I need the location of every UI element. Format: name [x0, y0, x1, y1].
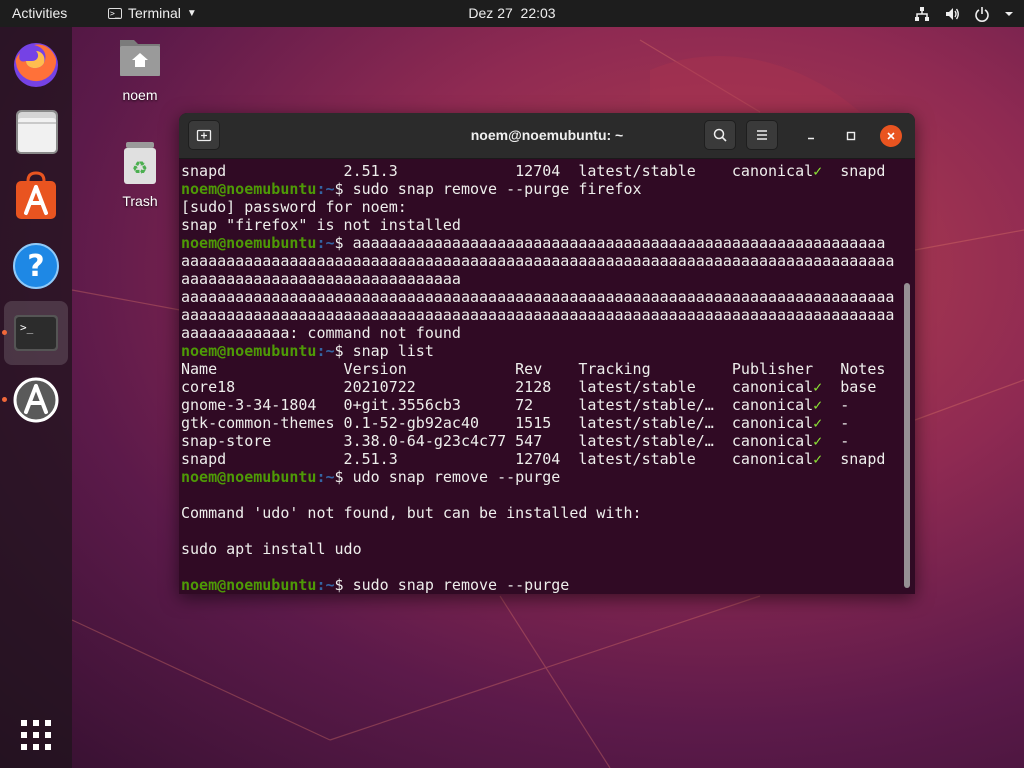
- output-line: Command 'udo' not found, but can be inst…: [181, 504, 642, 522]
- terminal-icon: >_: [14, 315, 58, 351]
- prompt-line: noem@noemubuntu:~$ aaaaaaaaaaaaaaaaaaaaa…: [181, 234, 885, 252]
- output-line: gtk-common-themes 0.1-52-gb92ac40 1515 l…: [181, 414, 850, 432]
- verified-check-icon: ✓: [813, 396, 823, 414]
- prompt-command: $ snap list: [334, 342, 434, 360]
- hamburger-menu-button[interactable]: [746, 120, 778, 150]
- prompt-path: :~: [316, 576, 335, 594]
- network-icon: [915, 6, 929, 21]
- search-icon: [713, 128, 727, 142]
- prompt-user: noem@noemubuntu: [181, 180, 317, 198]
- output-line: aaaaaaaaaaaaaaaaaaaaaaaaaaaaaaaaaaaaaaaa…: [181, 306, 895, 324]
- trash-icon: ♻: [124, 142, 156, 184]
- verified-check-icon: ✓: [813, 432, 823, 450]
- close-button[interactable]: [880, 125, 902, 147]
- menu-arrow-icon: [1005, 11, 1013, 16]
- output-line: snap-store 3.38.0-64-g23c4c77 547 latest…: [181, 432, 850, 450]
- prompt-user: noem@noemubuntu: [181, 468, 317, 486]
- help-icon: ?: [13, 243, 59, 289]
- svg-text:?: ?: [27, 249, 44, 284]
- prompt-line: noem@noemubuntu:~$ sudo snap remove --pu…: [181, 180, 642, 198]
- new-tab-icon: [196, 129, 212, 142]
- firefox-icon: [14, 43, 58, 87]
- output-line: aaaaaaaaaaaaaaaaaaaaaaaaaaaaaaaaaaaaaaaa…: [181, 288, 895, 306]
- output-line: Name Version Rev Tracking Publisher Note…: [181, 360, 886, 378]
- dock-item-help[interactable]: ?: [4, 234, 68, 298]
- output-line: aaaaaaaaaaaaaaaaaaaaaaaaaaaaaaa: [181, 270, 461, 288]
- desktop-home-folder[interactable]: noem: [108, 34, 172, 103]
- hamburger-menu-icon: [757, 130, 767, 140]
- system-tray[interactable]: [914, 0, 1014, 27]
- show-applications-icon: [21, 720, 51, 750]
- verified-check-icon: ✓: [813, 450, 823, 468]
- maximize-icon: [846, 131, 856, 141]
- search-button[interactable]: [704, 120, 736, 150]
- running-indicator: [2, 397, 7, 402]
- prompt-command: $ aaaaaaaaaaaaaaaaaaaaaaaaaaaaaaaaaaaaaa…: [334, 234, 886, 252]
- activities-button[interactable]: Activities: [12, 0, 67, 27]
- dock-item-firefox[interactable]: [4, 33, 68, 97]
- clock-button[interactable]: Dez 27 22:03: [468, 5, 555, 21]
- minimize-icon: [808, 137, 814, 140]
- prompt-line: noem@noemubuntu:~$ sudo snap remove --pu…: [181, 576, 569, 594]
- prompt-path: :~: [316, 342, 335, 360]
- desktop-trash[interactable]: ♻ Trash: [108, 140, 172, 209]
- dock: ? >_: [0, 27, 72, 768]
- prompt-command: $ sudo snap remove --purge: [334, 576, 570, 594]
- output-line: snap "firefox" is not installed: [181, 216, 461, 234]
- terminal-app-icon: >_: [108, 8, 122, 19]
- software-updater-icon: [13, 377, 59, 423]
- terminal-window[interactable]: noem@noemubuntu: ~ snapd 2.51.3 12704 la…: [179, 113, 915, 594]
- prompt-line: noem@noemubuntu:~$ udo snap remove --pur…: [181, 468, 560, 486]
- minimize-button[interactable]: [800, 125, 822, 147]
- home-folder-icon: [120, 40, 160, 76]
- prompt-path: :~: [316, 180, 335, 198]
- app-menu-button[interactable]: >_ Terminal ▼: [108, 0, 197, 27]
- output-line: snapd 2.51.3 12704 latest/stable canonic…: [181, 162, 886, 180]
- files-icon: [16, 110, 58, 154]
- dock-item-files[interactable]: [4, 100, 68, 164]
- output-line: [sudo] password for noem:: [181, 198, 407, 216]
- top-bar: Activities >_ Terminal ▼ Dez 27 22:03: [0, 0, 1024, 27]
- ubuntu-software-icon: [16, 171, 56, 219]
- verified-check-icon: ✓: [813, 378, 823, 396]
- svg-text:♻: ♻: [132, 158, 148, 179]
- new-tab-button[interactable]: [188, 120, 220, 150]
- terminal-titlebar[interactable]: noem@noemubuntu: ~: [179, 113, 915, 159]
- verified-check-icon: ✓: [813, 414, 823, 432]
- power-icon: [975, 6, 989, 22]
- close-icon: [887, 132, 895, 140]
- prompt-user: noem@noemubuntu: [181, 576, 317, 594]
- dock-item-software-updater[interactable]: [2, 368, 68, 432]
- trash-label: Trash: [122, 193, 158, 209]
- running-indicator: [2, 330, 7, 335]
- prompt-user: noem@noemubuntu: [181, 234, 317, 252]
- terminal-output[interactable]: snapd 2.51.3 12704 latest/stable canonic…: [179, 158, 915, 594]
- terminal-scrollbar[interactable]: [904, 283, 910, 588]
- dock-item-ubuntu-software[interactable]: [4, 167, 68, 231]
- prompt-path: :~: [316, 468, 335, 486]
- chevron-down-icon: ▼: [186, 8, 197, 19]
- home-folder-label: noem: [122, 87, 158, 103]
- prompt-user: noem@noemubuntu: [181, 342, 317, 360]
- output-line: gnome-3-34-1804 0+git.3556cb3 72 latest/…: [181, 396, 850, 414]
- prompt-path: :~: [316, 234, 335, 252]
- svg-text:>_: >_: [20, 321, 34, 334]
- output-line: aaaaaaaaaaaa: command not found: [181, 324, 461, 342]
- show-applications-button[interactable]: [4, 703, 68, 767]
- volume-icon: [946, 7, 959, 20]
- maximize-button[interactable]: [840, 125, 862, 147]
- dock-item-terminal[interactable]: >_: [2, 301, 68, 365]
- output-line: snapd 2.51.3 12704 latest/stable canonic…: [181, 450, 886, 468]
- desktop-screen: Activities >_ Terminal ▼ Dez 27 22:03 ? …: [0, 0, 1024, 768]
- prompt-line: noem@noemubuntu:~$ snap list: [181, 342, 434, 360]
- app-menu-label: Terminal: [128, 5, 181, 21]
- prompt-command: $ udo snap remove --purge: [334, 468, 561, 486]
- prompt-command: $ sudo snap remove --purge firefox: [334, 180, 642, 198]
- output-line: aaaaaaaaaaaaaaaaaaaaaaaaaaaaaaaaaaaaaaaa…: [181, 252, 895, 270]
- output-line: sudo apt install udo: [181, 540, 362, 558]
- verified-check-icon: ✓: [813, 162, 823, 180]
- output-line: core18 20210722 2128 latest/stable canon…: [181, 378, 877, 396]
